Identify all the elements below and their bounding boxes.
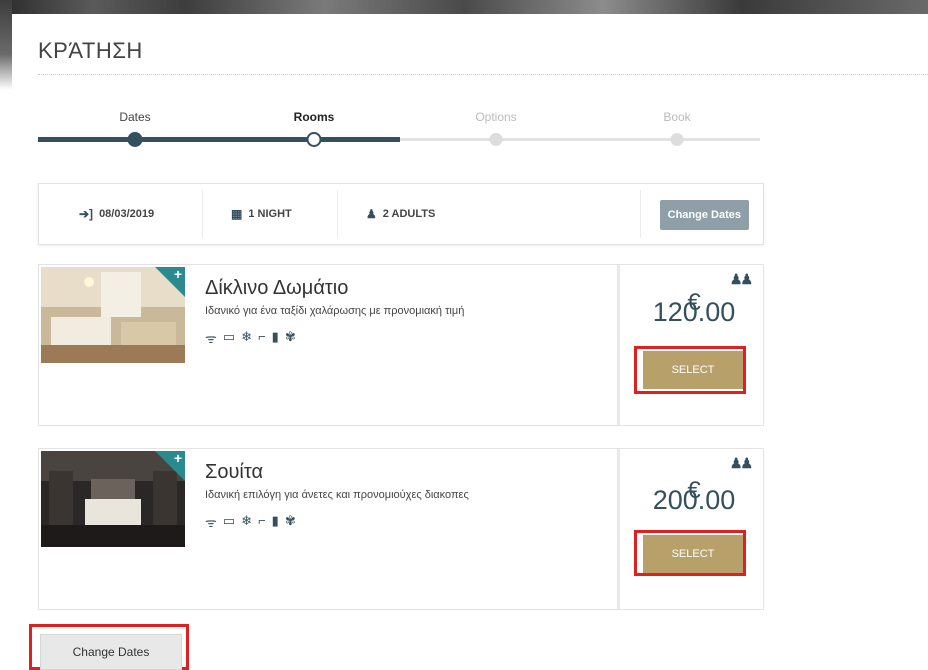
summary-divider [202, 190, 203, 238]
guests-icon: ♟♟ [729, 271, 753, 287]
tv-icon: ▭ [222, 513, 236, 528]
room-divider [617, 265, 620, 425]
step-book-dot [670, 133, 684, 146]
plus-icon[interactable]: + [174, 267, 182, 282]
title-divider [38, 74, 928, 75]
tv-icon: ▭ [222, 329, 236, 344]
wifi-icon: ᯤ [205, 515, 217, 530]
summary-divider [337, 190, 338, 238]
room-price: € 200.00 [639, 479, 749, 514]
room-photo[interactable]: + [41, 451, 185, 547]
price-value: 200.00 [652, 485, 736, 515]
highlight-box [634, 530, 746, 576]
change-dates-button-top[interactable]: Change Dates [659, 200, 749, 230]
coffee-icon: ▮ [271, 513, 279, 528]
ac-icon: ❄ [241, 329, 253, 344]
booking-steps: Dates Rooms Options Book [38, 100, 760, 160]
room-description: Ιδανική επιλόγη για άνετες και προνομιού… [205, 489, 469, 501]
room-amenities: ᯤ ▭ ❄ ⌐ ▮ ✾ [205, 329, 296, 347]
step-rooms-dot [306, 132, 322, 147]
nights-count-value: 1 NIGHT [248, 208, 292, 220]
summary-divider [640, 190, 641, 238]
person-icon: ♟ [366, 207, 377, 221]
steps-progress [38, 137, 400, 142]
step-dates-label[interactable]: Dates [119, 110, 150, 124]
pets-icon: ✾ [284, 513, 296, 528]
pets-icon: ✾ [284, 329, 296, 344]
room-price: € 120.00 [639, 291, 749, 326]
room-description: Ιδανικό για ένα ταξίδι χαλάρωσης με προν… [205, 305, 465, 317]
background-photo-edge [0, 0, 12, 90]
ac-icon: ❄ [241, 513, 253, 528]
step-book-label: Book [663, 110, 691, 124]
calendar-icon: ▦ [231, 207, 243, 221]
room-card-suite: + Σουίτα Ιδανική επιλόγη για άνετες και … [38, 448, 764, 610]
bath-icon: ⌐ [258, 513, 266, 528]
step-options-dot [489, 133, 503, 146]
guests-icon: ♟♟ [729, 455, 753, 471]
room-card-double: + Δίκλινο Δωμάτιο Ιδανικό για ένα ταξίδι… [38, 264, 764, 426]
adults-count-value: 2 ADULTS [382, 208, 436, 220]
plus-icon[interactable]: + [174, 451, 182, 466]
highlight-box [634, 346, 746, 394]
step-rooms-label: Rooms [293, 110, 335, 124]
booking-summary: ➔] 08/03/2019 ▦ 1 NIGHT ♟ 2 ADULTS Chang… [38, 183, 764, 245]
wifi-icon: ᯤ [205, 331, 217, 346]
adults-count: ♟ 2 ADULTS [366, 184, 435, 244]
background-photo-strip [0, 0, 928, 14]
sign-in-icon: ➔] [79, 207, 94, 221]
step-options-label: Options [475, 110, 517, 124]
checkin-date: ➔] 08/03/2019 [79, 184, 154, 244]
room-name: Δίκλινο Δωμάτιο [205, 277, 349, 299]
checkin-date-value: 08/03/2019 [99, 208, 155, 220]
page-title: ΚΡΆΤΗΣΗ [38, 38, 143, 63]
bath-icon: ⌐ [258, 329, 266, 344]
room-photo[interactable]: + [41, 267, 185, 363]
room-amenities: ᯤ ▭ ❄ ⌐ ▮ ✾ [205, 513, 296, 531]
coffee-icon: ▮ [271, 329, 279, 344]
nights-count: ▦ 1 NIGHT [231, 184, 292, 244]
room-divider [617, 449, 620, 609]
room-name: Σουίτα [205, 461, 264, 483]
step-dates-dot[interactable] [127, 132, 143, 147]
price-value: 120.00 [652, 297, 736, 327]
change-dates-button-bottom[interactable]: Change Dates [40, 634, 182, 670]
